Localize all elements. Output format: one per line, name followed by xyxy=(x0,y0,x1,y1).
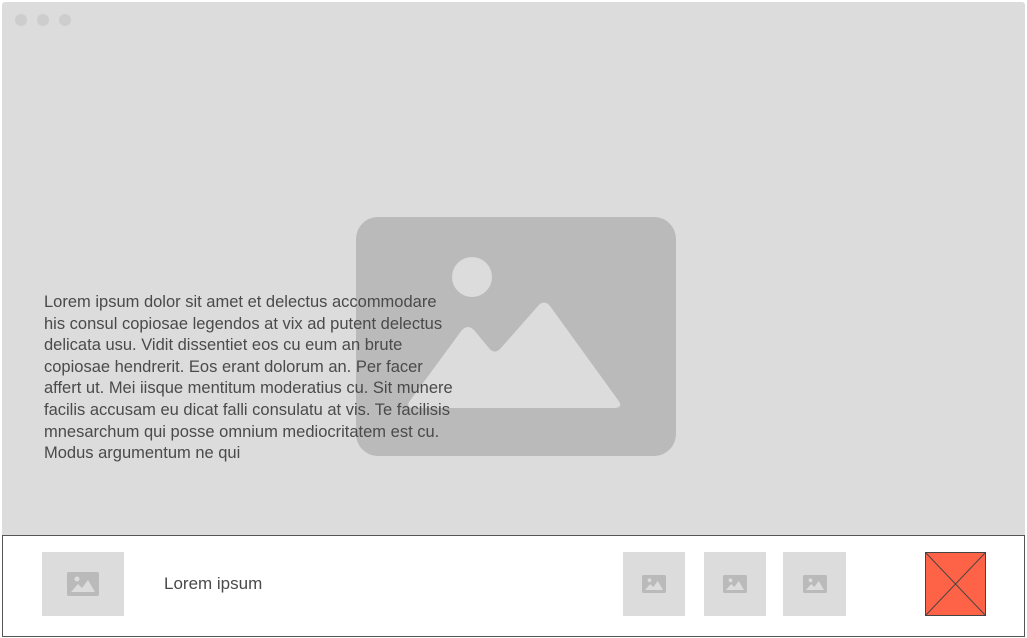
close-button[interactable] xyxy=(925,552,986,616)
window-minimize-dot[interactable] xyxy=(37,14,49,26)
browser-window: Lorem ipsum dolor sit amet et delectus a… xyxy=(2,2,1025,535)
main-thumbnail[interactable] xyxy=(42,552,124,616)
window-maximize-dot[interactable] xyxy=(59,14,71,26)
body-paragraph: Lorem ipsum dolor sit amet et delectus a… xyxy=(44,293,453,463)
image-placeholder-icon xyxy=(642,575,666,593)
window-controls xyxy=(15,14,71,26)
close-x-icon xyxy=(926,553,985,615)
image-placeholder-icon xyxy=(67,572,99,596)
thumbnail-1[interactable] xyxy=(623,552,685,616)
thumbnail-2[interactable] xyxy=(704,552,766,616)
thumbnail-3[interactable] xyxy=(783,552,846,616)
bottom-bar-label: Lorem ipsum xyxy=(164,574,263,593)
image-placeholder-icon xyxy=(723,575,747,593)
image-placeholder-icon xyxy=(802,575,827,593)
window-close-dot[interactable] xyxy=(15,14,27,26)
bottom-bar: Lorem ipsum xyxy=(2,535,1025,637)
